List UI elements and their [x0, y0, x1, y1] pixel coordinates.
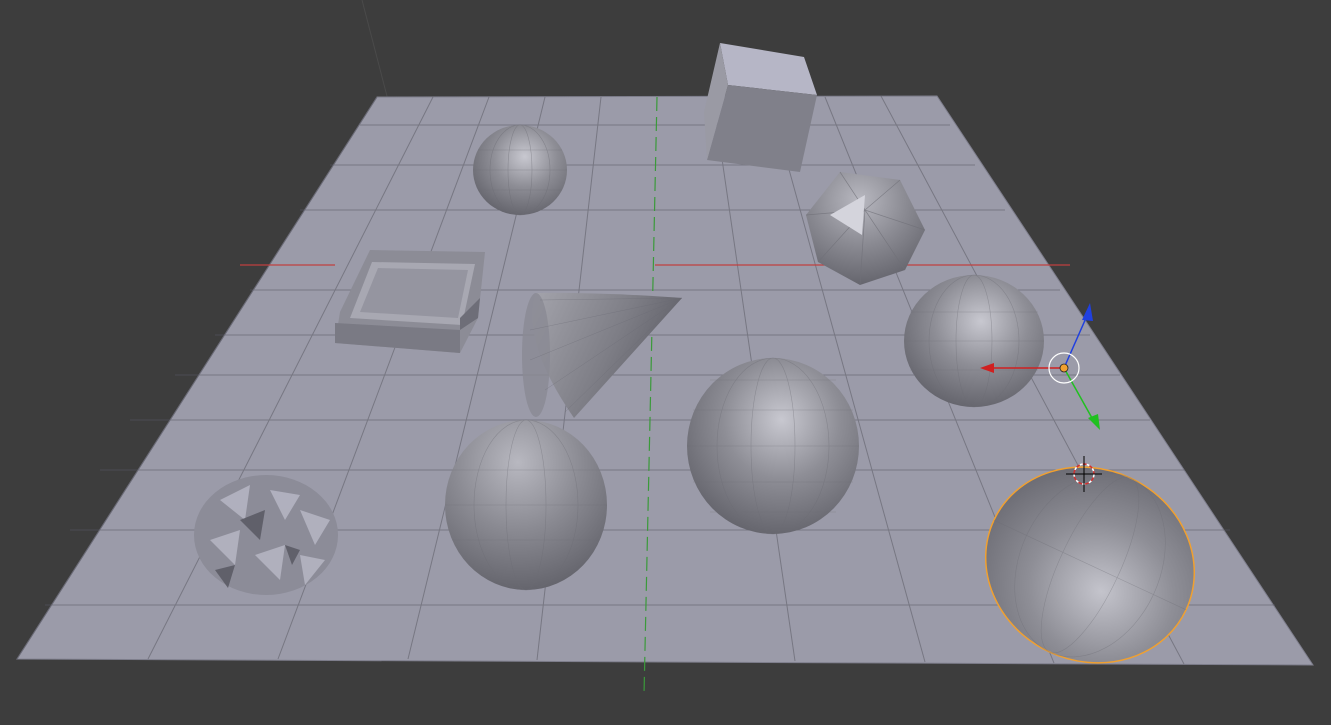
- uv-sphere-small[interactable]: [473, 124, 567, 216]
- noisy-mesh[interactable]: [194, 475, 338, 595]
- sphere-left-large[interactable]: [445, 419, 607, 591]
- sphere-right[interactable]: [904, 274, 1044, 408]
- cube[interactable]: [704, 43, 817, 172]
- 3d-viewport[interactable]: [0, 0, 1331, 725]
- object-origin-icon: [1059, 363, 1069, 373]
- sphere-center-large[interactable]: [687, 357, 859, 535]
- viewport-canvas[interactable]: [0, 0, 1331, 725]
